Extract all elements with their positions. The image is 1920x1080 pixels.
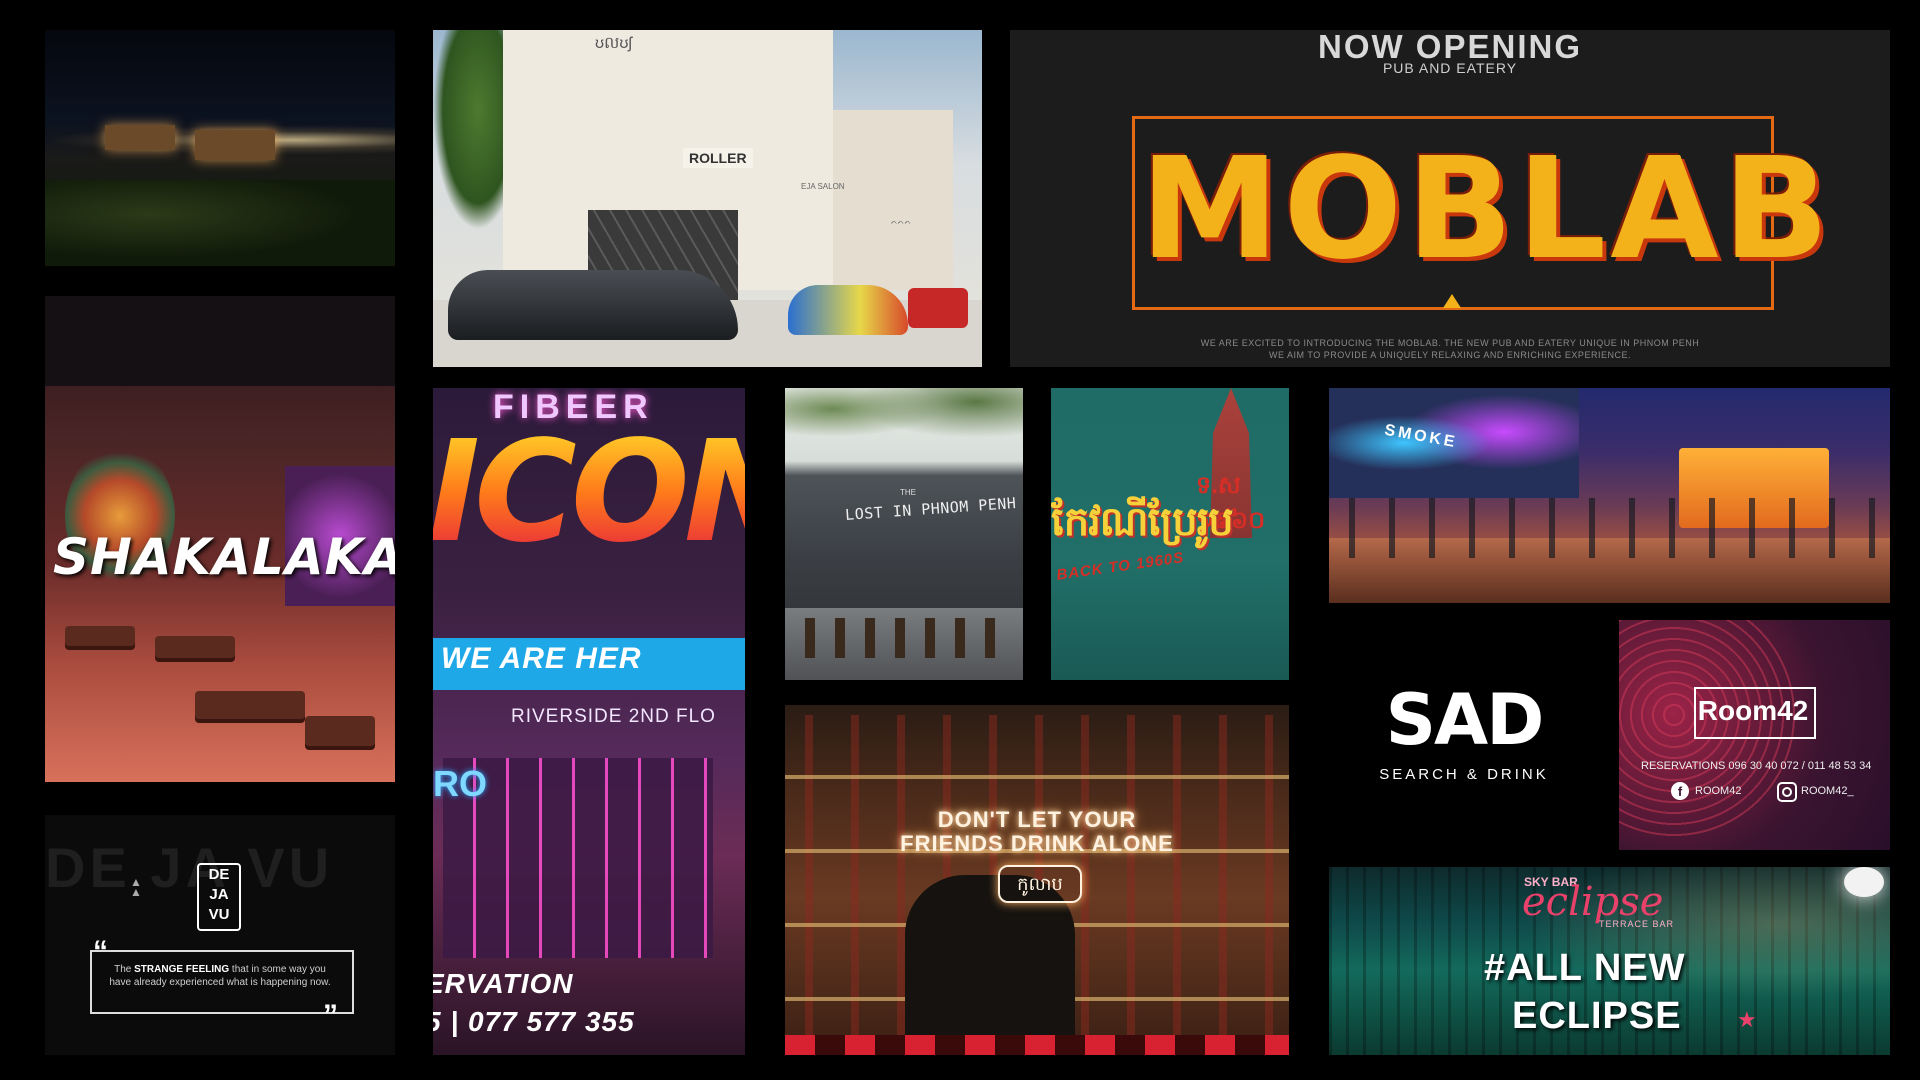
table xyxy=(195,691,305,719)
logo-line: VU xyxy=(208,906,230,923)
bar-counter-lights xyxy=(785,1035,1289,1055)
eclipse-poster: SKY BAR eclipse TERRACE BAR #ALL NEW ECL… xyxy=(1329,867,1890,1055)
sad-subtitle: SEARCH & DRINK xyxy=(1379,766,1549,783)
reservations-text: RESERVATIONS 096 30 40 072 / 011 48 53 3… xyxy=(1641,760,1872,772)
bartender-photo: DON'T LET YOUR FRIENDS DRINK ALONE កូលាប xyxy=(785,705,1289,1055)
salon-sign: EJA SALON xyxy=(801,182,845,191)
icon-logo: ICON xyxy=(433,423,745,563)
table xyxy=(305,716,375,746)
dejavu-watermark: DE JA VU xyxy=(45,836,334,899)
close-quote-icon: ” xyxy=(323,999,338,1032)
headline-line-1: #ALL NEW xyxy=(1484,947,1686,989)
chairs xyxy=(805,618,1005,658)
phone-number: 5 | 077 577 355 xyxy=(433,1006,635,1037)
instagram-handle: ROOM42_ xyxy=(1801,785,1854,797)
moblab-logo: MOBLAB xyxy=(1140,128,1834,291)
khmer-title: កែវណីប្រែរូប xyxy=(1051,500,1234,544)
instagram-lens xyxy=(1782,787,1792,797)
lost-in-phnom-penh-photo: THE LOST IN PHNOM PENH xyxy=(785,388,1023,680)
villa-photo: ʊលʊʃ ROLLER EJA SALON ᨈᨈᨈ xyxy=(433,30,982,367)
moblab-poster: NOW OPENING PUB AND EATERY MOBLAB WE ARE… xyxy=(1010,30,1890,367)
terrace-bar-label: TERRACE BAR xyxy=(1599,919,1675,929)
room42-logo: Room42 xyxy=(1697,695,1809,726)
khmer-retro-poster: ទ.ស ១៩៦០ កែវណីប្រែរូប BACK TO 1960S xyxy=(1051,388,1289,680)
shakalaka-photo: SHAKALAKA xyxy=(45,296,395,782)
table xyxy=(65,626,135,646)
sports-car-grey xyxy=(448,270,738,340)
pub-subtitle: PUB AND EATERY xyxy=(1382,60,1518,76)
dejavu-logo: DE JA VU xyxy=(197,863,241,931)
ro-sign: RO xyxy=(433,763,487,804)
sad-logo: SAD xyxy=(1385,679,1545,761)
venue-name-sign: LOST IN PHNOM PENH xyxy=(844,494,1017,524)
tables xyxy=(1349,498,1889,558)
moon-light xyxy=(1844,867,1884,897)
dejavu-poster: DE JA VU ▲ ▲ DE JA VU “ ” The STRANGE FEE… xyxy=(45,815,395,1055)
foliage xyxy=(45,180,395,266)
room42-poster: Room42 RESERVATIONS 096 30 40 072 / 011 … xyxy=(1619,620,1890,850)
small-sign: ᨈᨈᨈ xyxy=(891,217,912,226)
arrow-up-icon: ▲ ▲ xyxy=(130,875,142,899)
sign-the: THE xyxy=(900,488,916,497)
table xyxy=(155,636,235,658)
facebook-icon: f xyxy=(1671,782,1689,800)
logo-line: DE xyxy=(208,866,230,883)
sports-car-colorful xyxy=(788,285,908,335)
quote-bold: STRANGE FEELING xyxy=(134,964,230,975)
khmer-neon-sign: កូលាប xyxy=(998,865,1082,903)
sad-logo-tile: SAD SEARCH & DRINK xyxy=(1329,620,1599,850)
quote-pre: The xyxy=(114,964,135,975)
villa-wing xyxy=(833,110,953,290)
ceiling xyxy=(45,296,395,386)
description-line-1: WE ARE EXCITED TO INTRODUCING THE MOBLAB… xyxy=(1200,338,1700,348)
neon-sign-line-1: DON'T LET YOUR xyxy=(937,807,1137,832)
icon-neon-poster: FIBEER ICON WE ARE HER RIVERSIDE 2ND FLO… xyxy=(433,388,745,1055)
smoke-bar-photo: SMOKE xyxy=(1329,388,1890,603)
reservation-text: ERVATION xyxy=(433,968,574,999)
roller-sign: ROLLER xyxy=(683,148,753,168)
resort-house xyxy=(195,130,275,160)
quote-text: The STRANGE FEELING that in some way you… xyxy=(105,963,335,989)
triangle-icon xyxy=(1443,294,1461,308)
neon-sign-line-2: FRIENDS DRINK ALONE xyxy=(900,831,1174,856)
location-text: RIVERSIDE 2ND FLO xyxy=(511,706,716,727)
facebook-handle: ROOM42 xyxy=(1695,785,1742,797)
red-vehicle xyxy=(908,288,968,328)
we-are-here-text: WE ARE HER xyxy=(441,642,642,675)
resort-night-photo xyxy=(45,30,395,266)
description-line-2: WE AIM TO PROVIDE A UNIQUELY RELAXING AN… xyxy=(1269,350,1631,360)
resort-house xyxy=(105,125,175,150)
logo-line: JA xyxy=(209,886,229,903)
star-icon: ★ xyxy=(1737,1007,1757,1032)
shakalaka-title: SHAKALAKA xyxy=(53,528,395,586)
headline-line-2: ECLIPSE xyxy=(1512,995,1682,1037)
roof-sign: ʊលʊʃ xyxy=(595,35,632,52)
foliage xyxy=(785,388,1023,458)
